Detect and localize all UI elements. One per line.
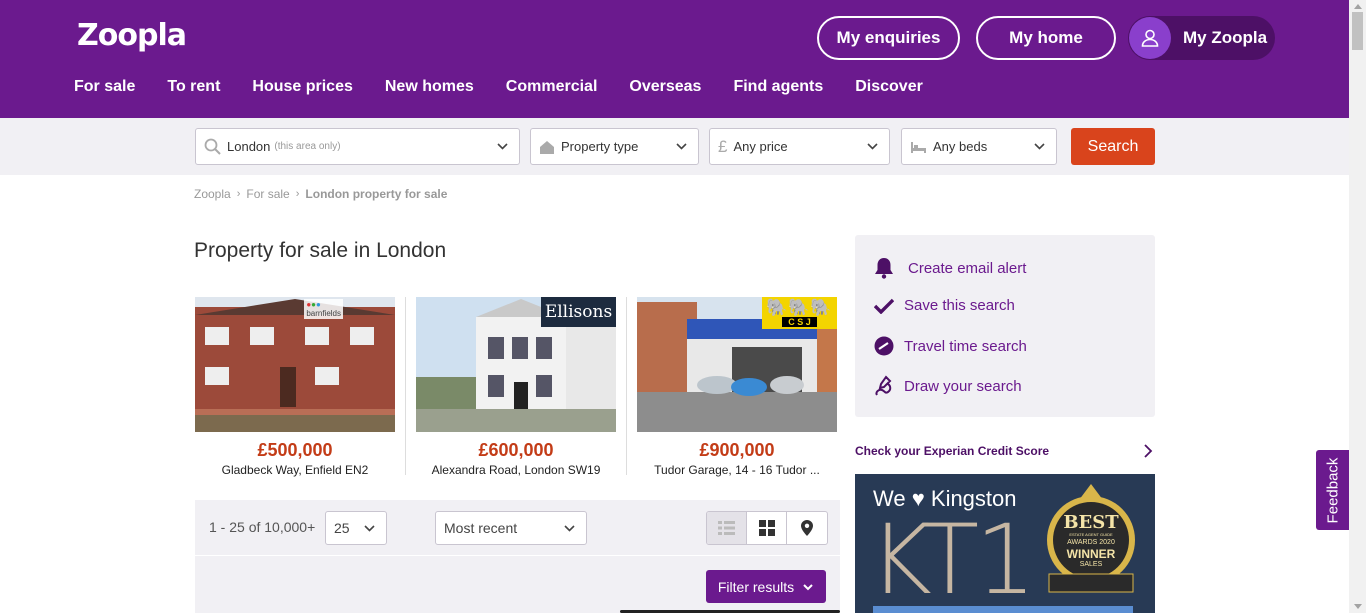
nav-commercial[interactable]: Commercial bbox=[506, 78, 598, 96]
chevron-down-icon bbox=[676, 143, 687, 150]
draw-your-search-link[interactable]: Draw your search bbox=[873, 375, 1022, 397]
featured-listing-card[interactable]: Ellisons £600,000 Alexandra Road, London… bbox=[416, 297, 616, 477]
nav-find-agents[interactable]: Find agents bbox=[733, 78, 823, 96]
zoopla-logo[interactable]: Zoopla bbox=[77, 18, 187, 53]
grid-view-icon[interactable] bbox=[747, 512, 787, 544]
scrollbar-thumb[interactable] bbox=[1352, 12, 1363, 50]
my-zoopla-label: My Zoopla bbox=[1183, 28, 1268, 47]
experian-link[interactable]: Check your Experian Credit Score bbox=[855, 444, 1155, 458]
property-photo[interactable]: ●●● barnfields bbox=[195, 297, 395, 432]
pound-icon: £ bbox=[718, 136, 728, 156]
nav-for-sale[interactable]: For sale bbox=[74, 78, 135, 96]
sort-select[interactable]: Most recent bbox=[435, 511, 587, 545]
page-scrollbar[interactable] bbox=[1349, 0, 1366, 613]
advert-blue-strip bbox=[873, 606, 1133, 613]
chevron-down-icon bbox=[497, 143, 508, 150]
my-home-button[interactable]: My home bbox=[976, 16, 1116, 60]
listing-address[interactable]: Tudor Garage, 14 - 16 Tudor ... bbox=[637, 463, 837, 477]
property-type-value: Property type bbox=[561, 139, 639, 154]
scroll-up-icon[interactable] bbox=[1354, 4, 1362, 9]
property-photo[interactable]: 🐘🐘🐘 C S J bbox=[637, 297, 837, 432]
chevron-right-icon: › bbox=[236, 188, 241, 200]
my-enquiries-button[interactable]: My enquiries bbox=[817, 16, 960, 60]
site-header: Zoopla My enquiries My home My Zoopla Fo… bbox=[0, 0, 1349, 118]
chevron-right-icon bbox=[1144, 444, 1153, 458]
chevron-down-icon bbox=[564, 525, 575, 532]
property-photo[interactable]: Ellisons bbox=[416, 297, 616, 432]
price-value: Any price bbox=[733, 139, 788, 154]
per-page-select[interactable]: 25 bbox=[325, 511, 387, 545]
travel-time-search-link[interactable]: Travel time search bbox=[873, 336, 1027, 356]
nav-overseas[interactable]: Overseas bbox=[629, 78, 701, 96]
advert-banner[interactable]: We ♥ Kingston KT1 BEST ESTATE AGENT GUID… bbox=[855, 474, 1155, 613]
card-divider bbox=[405, 297, 406, 475]
breadcrumb-zoopla[interactable]: Zoopla bbox=[194, 187, 231, 201]
listing-price: £600,000 bbox=[478, 440, 554, 460]
elephant-icon: 🐘🐘🐘 bbox=[766, 298, 833, 317]
award-badge-text: BEST ESTATE AGENT GUIDE AWARDS 2020 WINN… bbox=[1063, 512, 1119, 569]
featured-listing-card[interactable]: ●●● barnfields £500,000 Gladbeck Way, Enf… bbox=[195, 297, 395, 477]
nav-to-rent[interactable]: To rent bbox=[167, 78, 220, 96]
location-hint: (this area only) bbox=[274, 141, 341, 152]
my-zoopla-button[interactable]: My Zoopla bbox=[1128, 16, 1275, 60]
save-search-link[interactable]: Save this search bbox=[873, 297, 1015, 314]
results-count: 1 - 25 of 10,000+ bbox=[209, 519, 316, 535]
main-nav: For sale To rent House prices New homes … bbox=[74, 78, 923, 96]
bed-icon bbox=[910, 140, 927, 154]
breadcrumb: Zoopla › For sale › London property for … bbox=[194, 187, 447, 201]
chevron-down-icon bbox=[803, 583, 813, 590]
agent-logo: 🐘🐘🐘 C S J bbox=[762, 297, 837, 329]
beds-select[interactable]: Any beds bbox=[901, 128, 1057, 165]
scroll-down-icon[interactable] bbox=[1354, 604, 1362, 609]
map-pin-icon[interactable] bbox=[787, 512, 827, 544]
location-input[interactable]: London (this area only) bbox=[195, 128, 520, 165]
breadcrumb-for-sale[interactable]: For sale bbox=[246, 187, 289, 201]
filter-results-button[interactable]: Filter results bbox=[706, 570, 826, 603]
advert-big-text: KT1 bbox=[869, 504, 1036, 613]
list-view-icon[interactable] bbox=[707, 512, 747, 544]
listing-address[interactable]: Alexandra Road, London SW19 bbox=[416, 463, 616, 477]
chevron-down-icon bbox=[1034, 143, 1045, 150]
search-actions-panel: Create email alert Save this search Trav… bbox=[855, 235, 1155, 417]
nav-discover[interactable]: Discover bbox=[855, 78, 923, 96]
search-button[interactable]: Search bbox=[1071, 128, 1155, 165]
chevron-right-icon: › bbox=[295, 188, 300, 200]
create-email-alert-link[interactable]: Create email alert bbox=[873, 257, 1026, 279]
listing-price: £900,000 bbox=[699, 440, 775, 460]
results-toolbar: 1 - 25 of 10,000+ 25 Most recent Filter … bbox=[195, 500, 840, 613]
beds-value: Any beds bbox=[933, 139, 988, 154]
clock-icon bbox=[873, 336, 895, 356]
listing-address[interactable]: Gladbeck Way, Enfield EN2 bbox=[195, 463, 395, 477]
location-value: London bbox=[227, 139, 271, 154]
draw-icon bbox=[873, 375, 895, 397]
search-icon bbox=[204, 138, 221, 155]
property-type-select[interactable]: Property type bbox=[530, 128, 699, 165]
agent-logo: ●●● barnfields bbox=[304, 299, 343, 319]
agent-logo: Ellisons bbox=[541, 297, 616, 327]
price-select[interactable]: £ Any price bbox=[709, 128, 890, 165]
toolbar-divider bbox=[195, 555, 840, 556]
page-title: Property for sale in London bbox=[194, 239, 447, 262]
chevron-down-icon bbox=[364, 525, 375, 532]
feedback-tab[interactable]: Feedback bbox=[1316, 450, 1349, 530]
check-icon bbox=[873, 298, 895, 314]
featured-listing-card[interactable]: 🐘🐘🐘 C S J £900,000 Tudor Garage, 14 - 16… bbox=[637, 297, 837, 477]
breadcrumb-current: London property for sale bbox=[305, 187, 448, 201]
house-icon bbox=[539, 139, 555, 155]
card-divider bbox=[626, 297, 627, 475]
bell-icon bbox=[873, 257, 895, 279]
nav-house-prices[interactable]: House prices bbox=[252, 78, 352, 96]
user-icon bbox=[1129, 17, 1171, 59]
listing-price: £500,000 bbox=[257, 440, 333, 460]
chevron-down-icon bbox=[867, 143, 878, 150]
nav-new-homes[interactable]: New homes bbox=[385, 78, 474, 96]
view-toggle bbox=[706, 511, 828, 545]
